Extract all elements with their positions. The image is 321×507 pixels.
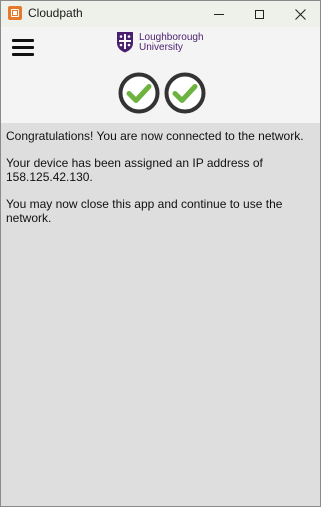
- close-icon: [294, 8, 306, 20]
- message-panel: Congratulations! You are now connected t…: [1, 123, 320, 506]
- university-logo-text: Loughborough University: [139, 33, 204, 53]
- minimize-icon: [214, 13, 224, 15]
- ip-address-message: Your device has been assigned an IP addr…: [6, 156, 263, 184]
- check-circle-icon: [164, 72, 206, 114]
- app-header: Loughborough University: [1, 27, 320, 123]
- close-app-message: You may now close this app and continue …: [6, 197, 283, 225]
- window-title: Cloudpath: [28, 6, 83, 20]
- close-button[interactable]: [280, 1, 320, 27]
- cloudpath-app-icon: [8, 6, 22, 20]
- logo-line-2: University: [139, 42, 183, 53]
- check-circle-icon: [118, 72, 160, 114]
- title-bar[interactable]: Cloudpath: [1, 1, 320, 27]
- connected-message: Congratulations! You are now connected t…: [6, 129, 304, 143]
- app-window: Cloudpath Loughborough University Congra…: [0, 0, 321, 507]
- university-crest-icon: [117, 32, 133, 53]
- hamburger-menu-icon[interactable]: [12, 39, 34, 56]
- maximize-button[interactable]: [239, 1, 279, 27]
- university-logo: Loughborough University: [116, 31, 216, 57]
- maximize-icon: [254, 9, 264, 19]
- minimize-button[interactable]: [199, 1, 239, 27]
